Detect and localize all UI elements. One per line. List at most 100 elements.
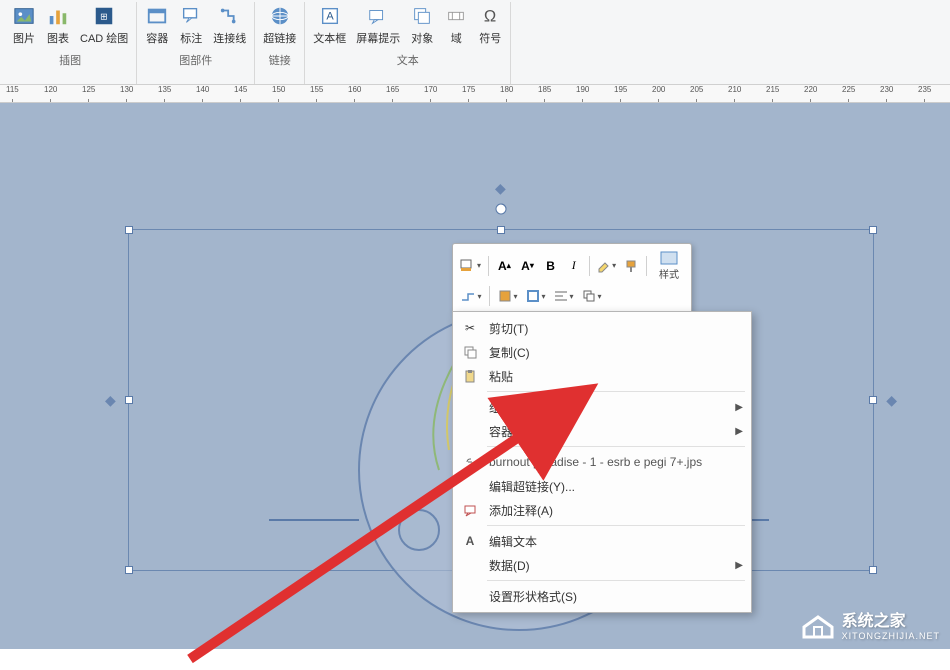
- handle-bot-right[interactable]: [869, 566, 877, 574]
- align-arrow-up-icon: ◆: [495, 180, 506, 197]
- object-icon: [410, 4, 434, 28]
- paste-icon: [459, 369, 481, 383]
- highlight-button[interactable]: ▾: [596, 255, 617, 277]
- ribbon-chart[interactable]: 图表: [42, 2, 74, 48]
- menu-container[interactable]: · 容器(E) ▶: [453, 419, 751, 443]
- cut-icon: ✂: [459, 321, 481, 335]
- ruler-tick: 160: [348, 85, 361, 103]
- mini-toolbar: ▾ A▴ A▾ B I ▾ 样式 ▾ ▾ ▾ ▾ ▾: [452, 243, 692, 314]
- ribbon-screentip[interactable]: 屏幕提示: [352, 2, 404, 48]
- handle-top-mid[interactable]: [497, 226, 505, 234]
- context-menu: ✂ 剪切(T) 复制(C) 粘贴 · 组合(G) ▶ · 容器(E) ▶ bur…: [452, 311, 752, 613]
- handle-top-right[interactable]: [869, 226, 877, 234]
- ribbon-picture[interactable]: 图片: [8, 2, 40, 48]
- link-icon: [459, 455, 481, 469]
- ribbon-group-illustration: 图片 图表 ⊞ CAD 绘图 插图: [4, 2, 137, 84]
- menu-copy[interactable]: 复制(C): [453, 340, 751, 364]
- ruler-tick: 125: [82, 85, 95, 103]
- align-button[interactable]: ▾: [552, 285, 576, 307]
- ribbon-cad[interactable]: ⊞ CAD 绘图: [76, 2, 132, 48]
- menu-add-annotation[interactable]: 添加注释(A): [453, 498, 751, 522]
- ruler-tick: 130: [120, 85, 133, 103]
- ruler-tick: 195: [614, 85, 627, 103]
- ribbon-symbol[interactable]: Ω 符号: [474, 2, 506, 48]
- ruler-tick: 200: [652, 85, 665, 103]
- ruler-tick: 190: [576, 85, 589, 103]
- style-button[interactable]: 样式: [653, 250, 685, 281]
- ruler-tick: 165: [386, 85, 399, 103]
- ruler-tick: 225: [842, 85, 855, 103]
- ruler-tick: 155: [310, 85, 323, 103]
- handle-mid-right[interactable]: [869, 396, 877, 404]
- arrange-button[interactable]: ▾: [580, 285, 604, 307]
- handle-bot-left[interactable]: [125, 566, 133, 574]
- ribbon-callout[interactable]: 标注: [175, 2, 207, 48]
- chart-icon: [46, 4, 70, 28]
- ruler-tick: 210: [728, 85, 741, 103]
- watermark: 系统之家 XITONGZHIJIA.NET: [800, 607, 940, 641]
- hyperlink-icon: [268, 4, 292, 28]
- edit-text-icon: A: [459, 534, 481, 548]
- menu-group[interactable]: · 组合(G) ▶: [453, 395, 751, 419]
- ruler-tick: 175: [462, 85, 475, 103]
- fill-color-button[interactable]: ▾: [459, 255, 482, 277]
- ruler-tick: 115: [6, 85, 19, 103]
- ruler-tick: 230: [880, 85, 893, 103]
- ruler-tick: 235: [918, 85, 931, 103]
- bold-button[interactable]: B: [541, 255, 560, 277]
- screentip-icon: [366, 4, 390, 28]
- submenu-arrow-icon: ▶: [735, 426, 743, 437]
- handle-mid-left[interactable]: [125, 396, 133, 404]
- menu-edit-text[interactable]: A 编辑文本: [453, 529, 751, 553]
- font-grow-button[interactable]: A▴: [495, 255, 514, 277]
- symbol-icon: Ω: [478, 4, 502, 28]
- italic-button[interactable]: I: [564, 255, 583, 277]
- ruler-tick: 150: [272, 85, 285, 103]
- ruler-tick: 220: [804, 85, 817, 103]
- menu-format-shape[interactable]: · 设置形状格式(S): [453, 584, 751, 608]
- ribbon-hyperlink[interactable]: 超链接: [259, 2, 300, 48]
- submenu-arrow-icon: ▶: [735, 560, 743, 571]
- watermark-logo-icon: [800, 609, 836, 639]
- ribbon-group-text: A 文本框 屏幕提示 对象 域 Ω 符号 文本: [305, 2, 511, 84]
- menu-paste[interactable]: 粘贴: [453, 364, 751, 388]
- ruler-tick: 180: [500, 85, 513, 103]
- ribbon-connector[interactable]: 连接线: [209, 2, 250, 48]
- ribbon-textbox[interactable]: A 文本框: [309, 2, 350, 48]
- ruler-tick: 215: [766, 85, 779, 103]
- menu-edit-link[interactable]: · 编辑超链接(Y)...: [453, 474, 751, 498]
- canvas[interactable]: ◆ ◆ ◆ ▾ A▴ A▾ B I ▾ 样式: [0, 103, 950, 649]
- line-style-button[interactable]: ▾: [459, 285, 483, 307]
- ribbon: 图片 图表 ⊞ CAD 绘图 插图 容器 标注 连: [0, 0, 950, 85]
- submenu-arrow-icon: ▶: [735, 402, 743, 413]
- ribbon-group-link: 超链接 链接: [255, 2, 305, 84]
- shape-outline-button[interactable]: ▾: [524, 285, 548, 307]
- shape-fill-button[interactable]: ▾: [496, 285, 520, 307]
- ribbon-container[interactable]: 容器: [141, 2, 173, 48]
- ribbon-field[interactable]: 域: [440, 2, 472, 48]
- ribbon-group-label: 插图: [59, 48, 81, 70]
- annotation-icon: [459, 503, 481, 517]
- format-painter-button[interactable]: [621, 255, 640, 277]
- font-shrink-button[interactable]: A▾: [518, 255, 537, 277]
- align-arrow-right-icon: ◆: [886, 392, 897, 409]
- handle-top-left[interactable]: [125, 226, 133, 234]
- ruler-tick: 135: [158, 85, 171, 103]
- svg-text:A: A: [326, 11, 334, 23]
- textbox-icon: A: [318, 4, 342, 28]
- ribbon-group-parts: 容器 标注 连接线 图部件: [137, 2, 255, 84]
- menu-data[interactable]: · 数据(D) ▶: [453, 553, 751, 577]
- field-icon: [444, 4, 468, 28]
- ruler: 115 120 125 130 135 140 145 150 155 160 165 170 175 1…: [0, 85, 950, 103]
- ruler-tick: 140: [196, 85, 209, 103]
- rotation-handle[interactable]: [495, 202, 507, 214]
- ribbon-object[interactable]: 对象: [406, 2, 438, 48]
- callout-icon: [179, 4, 203, 28]
- menu-link-file[interactable]: burnout paradise - 1 - esrb e pegi 7+.jp…: [453, 450, 751, 474]
- menu-cut[interactable]: ✂ 剪切(T): [453, 316, 751, 340]
- copy-icon: [459, 345, 481, 359]
- ruler-tick: 120: [44, 85, 57, 103]
- ruler-tick: 205: [690, 85, 703, 103]
- ruler-tick: 145: [234, 85, 247, 103]
- ruler-tick: 170: [424, 85, 437, 103]
